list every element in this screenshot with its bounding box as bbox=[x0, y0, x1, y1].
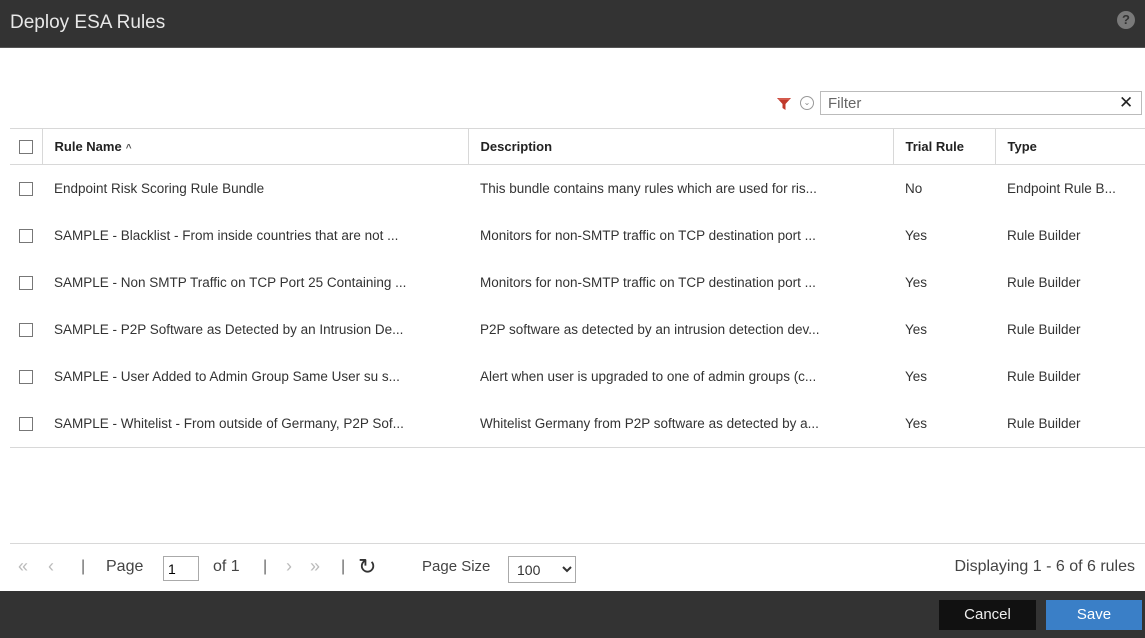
row-checkbox[interactable] bbox=[19, 182, 33, 197]
trial-rule-cell: Yes bbox=[905, 228, 928, 243]
description-cell: Monitors for non-SMTP traffic on TCP des… bbox=[480, 228, 816, 243]
pagination-bar: « ‹ | Page of 1 | › » | ↻ Page Size 100 … bbox=[10, 543, 1145, 591]
table-row[interactable]: SAMPLE - Whitelist - From outside of Ger… bbox=[10, 400, 1145, 448]
trial-rule-cell: Yes bbox=[905, 275, 928, 290]
previous-page-icon[interactable]: ‹ bbox=[48, 556, 54, 577]
sort-ascending-icon: ^ bbox=[125, 143, 132, 154]
refresh-icon[interactable]: ↻ bbox=[358, 554, 376, 580]
table-row[interactable]: SAMPLE - User Added to Admin Group Same … bbox=[10, 353, 1145, 400]
row-checkbox[interactable] bbox=[19, 229, 33, 244]
clear-filter-icon[interactable]: ✕ bbox=[1119, 93, 1133, 113]
page-number-input[interactable] bbox=[163, 556, 199, 581]
rule-name-cell: SAMPLE - User Added to Admin Group Same … bbox=[54, 369, 400, 384]
row-checkbox-cell bbox=[10, 212, 42, 259]
rule-name-cell: Endpoint Risk Scoring Rule Bundle bbox=[54, 181, 265, 196]
next-page-icon[interactable]: › bbox=[286, 556, 292, 577]
row-checkbox-cell bbox=[10, 259, 42, 306]
save-button[interactable]: Save bbox=[1046, 600, 1142, 630]
filter-funnel-icon[interactable] bbox=[775, 95, 793, 118]
row-checkbox-cell bbox=[10, 165, 42, 213]
type-cell: Rule Builder bbox=[1007, 275, 1081, 290]
page-size-label: Page Size bbox=[422, 558, 491, 575]
row-checkbox-cell bbox=[10, 353, 42, 400]
rule-name-cell: SAMPLE - Non SMTP Traffic on TCP Port 25… bbox=[54, 275, 407, 290]
select-all-cell bbox=[10, 128, 43, 165]
trial-rule-cell: Yes bbox=[905, 369, 928, 384]
help-icon[interactable]: ? bbox=[1117, 11, 1135, 29]
table-row[interactable]: SAMPLE - Blacklist - From inside countri… bbox=[10, 212, 1145, 259]
dialog-titlebar: Deploy ESA Rules ? bbox=[0, 0, 1145, 48]
table-row[interactable]: SAMPLE - Non SMTP Traffic on TCP Port 25… bbox=[10, 259, 1145, 306]
table-row[interactable]: Endpoint Risk Scoring Rule Bundle This b… bbox=[10, 165, 1145, 213]
separator: | bbox=[341, 558, 346, 575]
description-cell: Alert when user is upgraded to one of ad… bbox=[480, 369, 817, 384]
rule-name-cell: SAMPLE - Blacklist - From inside countri… bbox=[54, 228, 399, 243]
table-row[interactable]: SAMPLE - P2P Software as Detected by an … bbox=[10, 306, 1145, 353]
filter-bar: ⌄ ✕ bbox=[0, 88, 1145, 122]
rules-table: Rule Name ^ Description Trial Rule Type E… bbox=[10, 128, 1145, 448]
table-header-row: Rule Name ^ Description Trial Rule Type bbox=[10, 128, 1145, 165]
row-checkbox-cell bbox=[10, 400, 42, 448]
column-header-rule-name[interactable]: Rule Name ^ bbox=[42, 128, 469, 165]
rule-name-cell: SAMPLE - P2P Software as Detected by an … bbox=[54, 322, 404, 337]
column-header-description[interactable]: Description bbox=[468, 128, 894, 165]
page-label: Page bbox=[106, 558, 144, 575]
page-size-select[interactable]: 100 bbox=[508, 556, 576, 583]
separator: | bbox=[263, 558, 268, 575]
row-checkbox[interactable] bbox=[19, 370, 33, 385]
separator: | bbox=[81, 558, 86, 575]
type-cell: Rule Builder bbox=[1007, 322, 1081, 337]
cancel-button[interactable]: Cancel bbox=[939, 600, 1036, 630]
type-cell: Endpoint Rule B... bbox=[1007, 181, 1116, 196]
trial-rule-cell: Yes bbox=[893, 400, 995, 448]
last-page-icon[interactable]: » bbox=[310, 556, 320, 577]
row-checkbox[interactable] bbox=[19, 276, 33, 291]
filter-input[interactable] bbox=[820, 91, 1142, 115]
type-cell: Rule Builder bbox=[1007, 369, 1081, 384]
first-page-icon[interactable]: « bbox=[18, 556, 28, 577]
description-cell: This bundle contains many rules which ar… bbox=[480, 181, 817, 196]
type-cell: Rule Builder bbox=[1007, 228, 1081, 243]
row-checkbox-cell bbox=[10, 306, 42, 353]
description-cell: P2P software as detected by an intrusion… bbox=[480, 322, 820, 337]
column-header-type[interactable]: Type bbox=[995, 128, 1145, 165]
trial-rule-cell: No bbox=[905, 181, 923, 196]
rule-name-cell: SAMPLE - Whitelist - From outside of Ger… bbox=[42, 400, 468, 448]
row-checkbox[interactable] bbox=[19, 323, 33, 338]
page-count-label: of 1 bbox=[213, 558, 240, 575]
dialog-title: Deploy ESA Rules bbox=[10, 12, 166, 33]
select-all-checkbox[interactable] bbox=[18, 140, 33, 155]
rule-name-header-label: Rule Name bbox=[54, 139, 122, 154]
row-checkbox[interactable] bbox=[19, 417, 33, 432]
type-cell: Rule Builder bbox=[995, 400, 1145, 448]
column-header-trial-rule[interactable]: Trial Rule bbox=[893, 128, 996, 165]
description-cell: Whitelist Germany from P2P software as d… bbox=[468, 400, 893, 448]
trial-rule-cell: Yes bbox=[905, 322, 928, 337]
description-cell: Monitors for non-SMTP traffic on TCP des… bbox=[480, 275, 816, 290]
display-count-text: Displaying 1 - 6 of 6 rules bbox=[954, 558, 1135, 575]
dialog-footer: Cancel Save bbox=[0, 591, 1145, 638]
chevron-down-icon[interactable]: ⌄ bbox=[800, 96, 814, 110]
